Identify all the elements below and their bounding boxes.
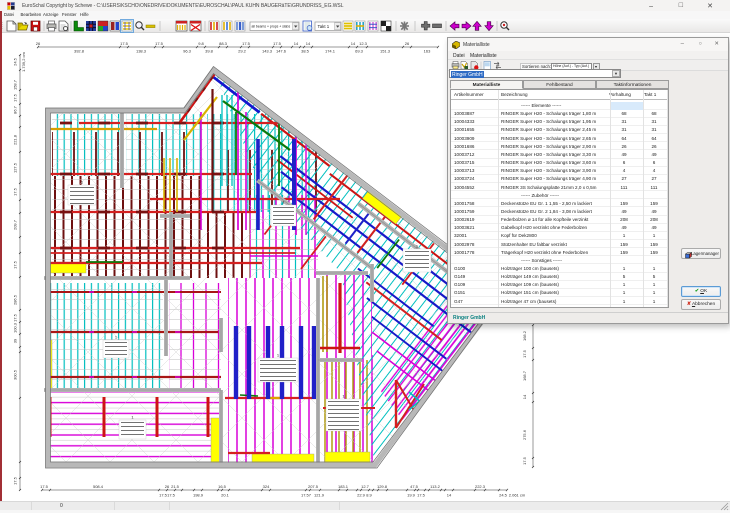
svg-text:14: 14: [351, 41, 356, 46]
svg-text:17.5: 17.5: [13, 476, 18, 485]
svg-text:17.5: 17.5: [522, 456, 527, 465]
svg-text:12.3: 12.3: [359, 41, 368, 46]
svg-text:17.5: 17.5: [40, 484, 49, 489]
svg-text:17.5: 17.5: [522, 349, 527, 358]
svg-text:158.7: 158.7: [13, 79, 18, 90]
svg-text:8.9: 8.9: [366, 493, 372, 498]
svg-text:17.5: 17.5: [120, 41, 129, 46]
svg-text:183.1: 183.1: [338, 484, 349, 489]
svg-text:174.1: 174.1: [325, 49, 336, 54]
svg-text:198.9: 198.9: [193, 493, 204, 498]
svg-text:38.5: 38.5: [301, 49, 310, 54]
svg-text:17.57: 17.57: [301, 493, 312, 498]
svg-text:17.5: 17.5: [273, 41, 282, 46]
svg-text:222.3: 222.3: [475, 484, 486, 489]
svg-text:14: 14: [294, 41, 299, 46]
svg-text:286.5: 286.5: [13, 294, 18, 305]
svg-text:26: 26: [165, 484, 170, 489]
svg-text:29.2: 29.2: [238, 49, 247, 54]
svg-text:143.3: 143.3: [262, 49, 273, 54]
svg-text:14: 14: [522, 394, 527, 399]
svg-text:14: 14: [447, 493, 452, 498]
svg-text:all beams + props + slabs: all beams + props + slabs: [252, 25, 291, 29]
svg-text:17.5: 17.5: [417, 493, 426, 498]
svg-text:138.3: 138.3: [136, 49, 147, 54]
svg-text:24.5: 24.5: [499, 493, 508, 498]
svg-text:47.5: 47.5: [410, 484, 419, 489]
svg-text:24.5: 24.5: [13, 57, 18, 66]
svg-text:Takt 1: Takt 1: [318, 24, 330, 29]
svg-text:21.5: 21.5: [171, 484, 180, 489]
svg-text:163: 163: [424, 49, 431, 54]
svg-text:392.8: 392.8: [74, 49, 85, 54]
svg-text:121.9: 121.9: [314, 493, 325, 498]
svg-text:17.5: 17.5: [13, 313, 18, 322]
svg-text:324: 324: [263, 484, 270, 489]
svg-text:69.3: 69.3: [355, 49, 364, 54]
svg-text:275.6: 275.6: [522, 429, 527, 440]
svg-text:39: 39: [13, 338, 18, 343]
svg-text:168.7: 168.7: [522, 370, 527, 381]
svg-text:20.1: 20.1: [221, 493, 230, 498]
svg-text:151.3: 151.3: [380, 49, 391, 54]
svg-text:100.3: 100.3: [13, 322, 18, 333]
svg-text:129.8: 129.8: [377, 484, 388, 489]
svg-text:17.5: 17.5: [242, 41, 251, 46]
svg-text:96.3: 96.3: [183, 49, 192, 54]
svg-text:17.5: 17.5: [13, 93, 18, 102]
svg-text:9.8: 9.8: [198, 41, 204, 46]
svg-text:86.7: 86.7: [13, 105, 18, 114]
svg-text:19.9: 19.9: [407, 493, 416, 498]
svg-text:26: 26: [36, 41, 41, 46]
svg-text:113.2: 113.2: [430, 484, 440, 489]
svg-text:147.6: 147.6: [276, 49, 287, 54]
svg-text:39.8: 39.8: [205, 49, 214, 54]
svg-text:209.7: 209.7: [13, 219, 18, 230]
svg-text:26: 26: [405, 41, 410, 46]
svg-text:127.5: 127.5: [13, 162, 18, 173]
svg-text:1.739,2 cm: 1.739,2 cm: [21, 51, 26, 71]
svg-text:12.7: 12.7: [361, 484, 370, 489]
svg-text:16.5: 16.5: [218, 484, 227, 489]
svg-text:508.4: 508.4: [93, 484, 104, 489]
svg-text:17.5: 17.5: [155, 41, 164, 46]
svg-text:17.5: 17.5: [167, 493, 176, 498]
svg-text:17.5: 17.5: [13, 187, 18, 196]
svg-text:221.8: 221.8: [13, 134, 18, 145]
svg-text:168.2: 168.2: [522, 330, 527, 341]
svg-text:17.5: 17.5: [13, 260, 18, 269]
svg-text:207.5: 207.5: [308, 484, 319, 489]
svg-text:88.3: 88.3: [219, 41, 228, 46]
svg-text:22.9: 22.9: [357, 493, 366, 498]
svg-text:14: 14: [306, 41, 311, 46]
svg-text:300.5: 300.5: [13, 369, 18, 380]
svg-text:2.061 cm: 2.061 cm: [509, 493, 526, 498]
